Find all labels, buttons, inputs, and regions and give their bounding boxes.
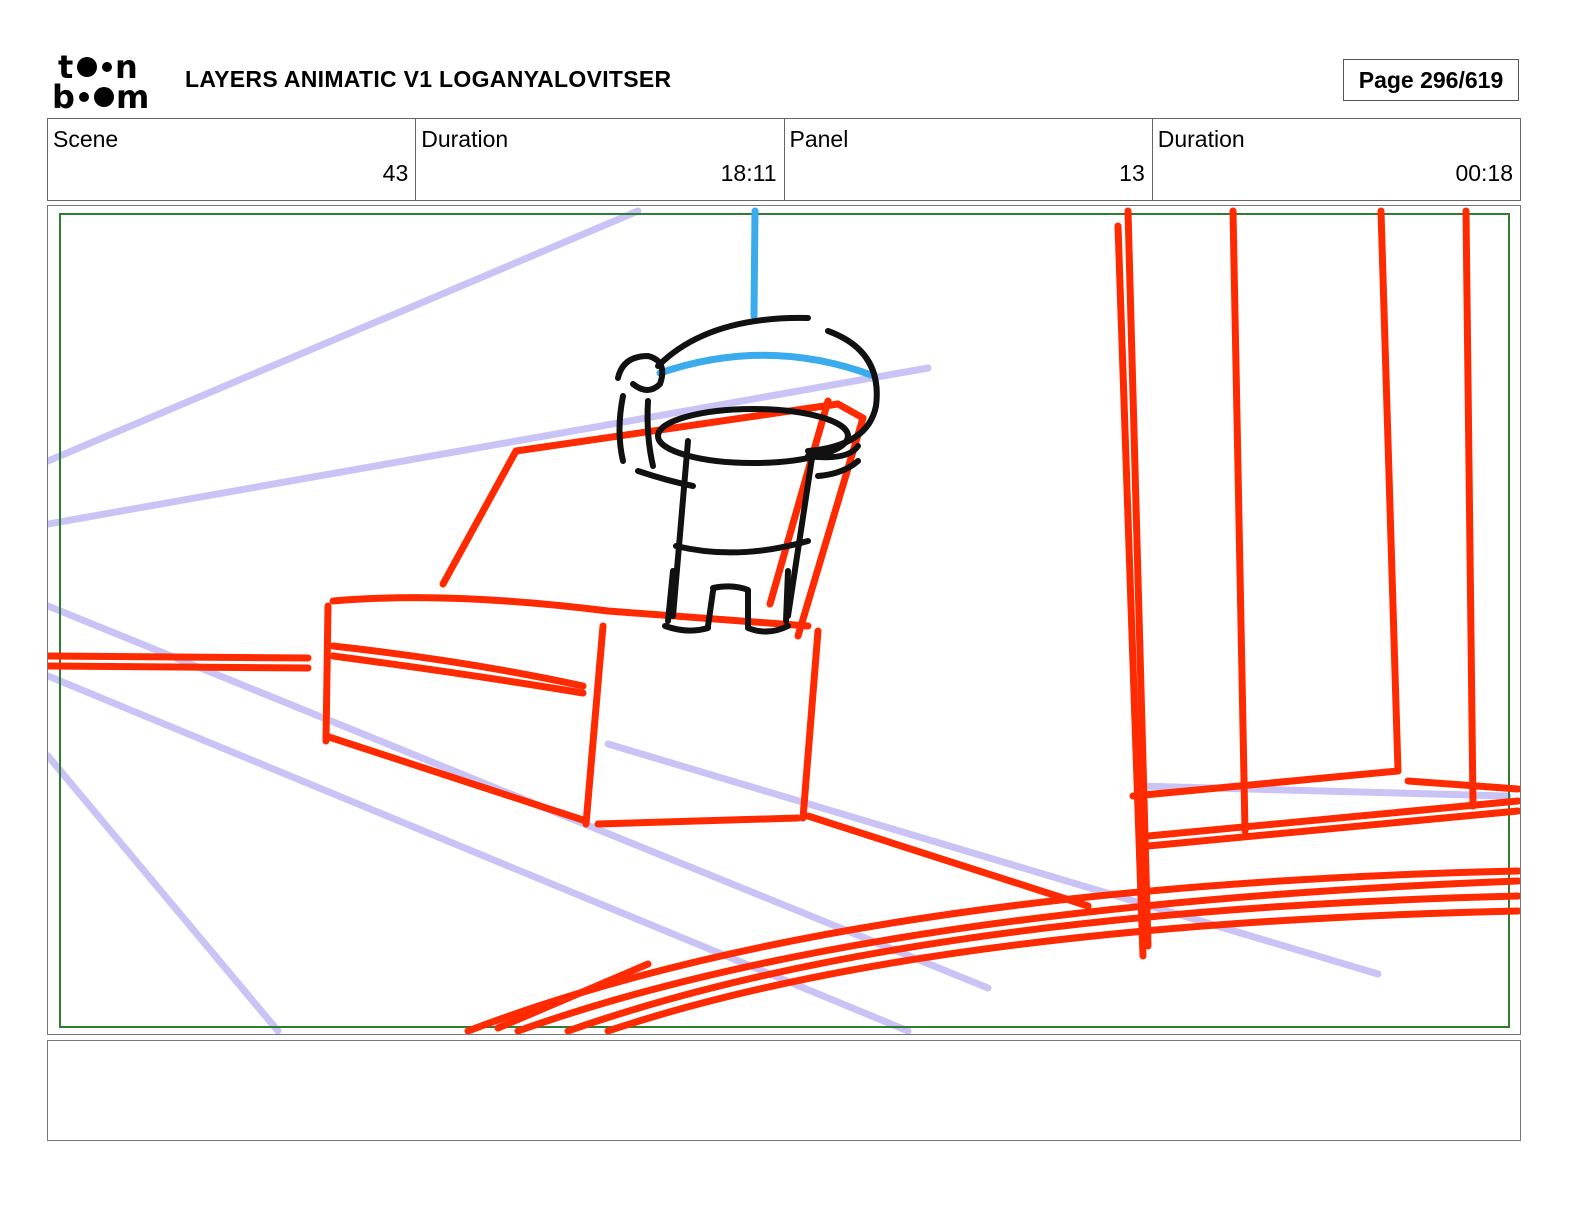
document-title: LAYERS ANIMATIC V1 LOGANYALOVITSER bbox=[185, 66, 672, 92]
toon-boom-logo: t n b m bbox=[52, 50, 149, 112]
scene-cell: Scene 43 bbox=[48, 119, 417, 200]
panel-label: Panel bbox=[789, 126, 849, 152]
svg-text:m: m bbox=[116, 78, 149, 112]
page-number: Page 296/619 bbox=[1343, 59, 1519, 101]
storyboard-sketch bbox=[48, 207, 1520, 1034]
scene-value: 43 bbox=[382, 160, 409, 186]
caption-box bbox=[47, 1040, 1521, 1141]
scene-duration-cell: Duration 18:11 bbox=[416, 119, 785, 200]
scene-info-row: Scene 43 Duration 18:11 Panel 13 Duratio… bbox=[47, 118, 1521, 201]
panel-duration-label: Duration bbox=[1157, 126, 1245, 152]
panel-duration-cell: Duration 00:18 bbox=[1153, 119, 1520, 200]
panel-cell: Panel 13 bbox=[785, 119, 1153, 200]
scene-label: Scene bbox=[53, 126, 119, 152]
scene-duration-label: Duration bbox=[421, 126, 509, 152]
panel-duration-value: 00:18 bbox=[1455, 160, 1513, 186]
scene-duration-value: 18:11 bbox=[720, 160, 777, 186]
svg-text:b: b bbox=[52, 78, 75, 112]
rope-lines bbox=[656, 207, 878, 380]
panel-value: 13 bbox=[1119, 160, 1145, 186]
storyboard-panel bbox=[47, 205, 1521, 1035]
